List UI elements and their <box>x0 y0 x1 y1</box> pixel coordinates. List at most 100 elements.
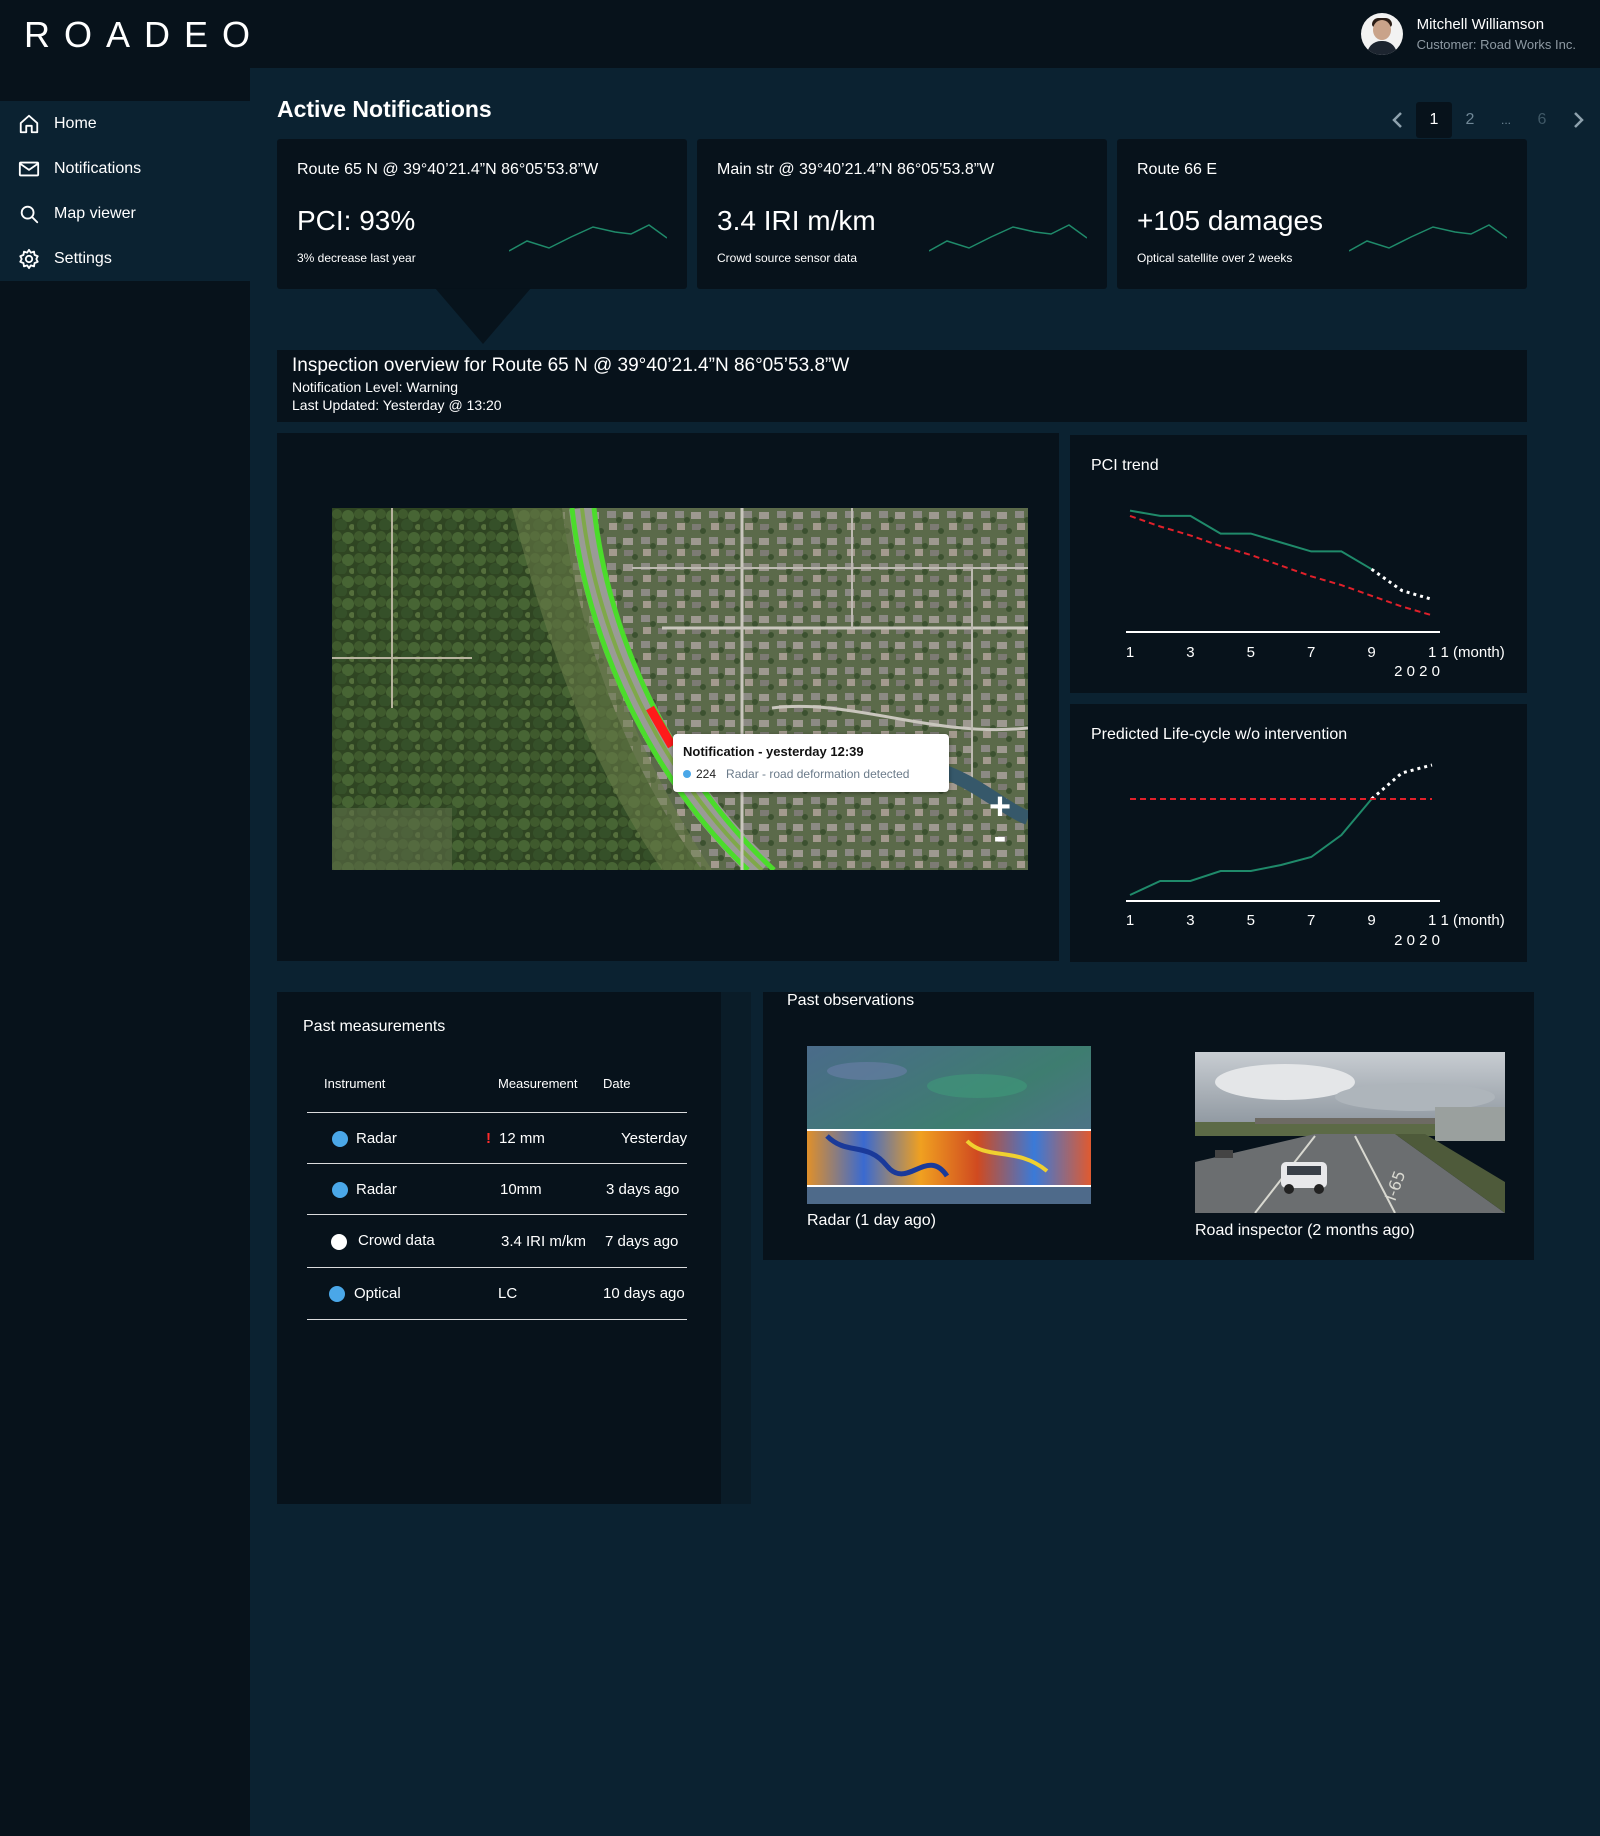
column-header-measurement[interactable]: Measurement <box>498 1076 577 1091</box>
notification-card[interactable]: Route 65 N @ 39°40’21.4”N 86°05’53.8”W P… <box>277 139 687 289</box>
home-icon <box>19 114 39 133</box>
sparkline <box>929 224 1087 252</box>
sidebar-item-label: Map viewer <box>54 204 136 222</box>
instrument-cell: Optical <box>354 1285 401 1302</box>
user-name: Mitchell Williamson <box>1416 16 1545 33</box>
satellite-map[interactable] <box>332 508 1028 870</box>
notification-level: Notification Level: Warning <box>292 379 459 395</box>
mail-icon <box>18 161 40 176</box>
x-tick-label: 3 <box>1186 644 1194 661</box>
map-notification-tooltip[interactable]: Notification - yesterday 12:39 224 Radar… <box>673 734 949 792</box>
forecast-line <box>1370 763 1433 801</box>
measurement-cell: 3.4 IRI m/km <box>501 1233 587 1250</box>
sidebar-item-label: Notifications <box>54 159 142 177</box>
radar-dot-icon <box>683 770 691 778</box>
x-tick-label: 7 <box>1307 912 1315 929</box>
card-subtitle: Crowd source sensor data <box>717 251 858 265</box>
divider <box>307 1267 687 1268</box>
card-value: PCI: 93% <box>297 205 416 236</box>
radar-observation-image[interactable] <box>807 1046 1091 1204</box>
notification-card[interactable]: Route 66 E +105 damages Optical satellit… <box>1117 139 1527 289</box>
active-notifications-title: Active Notifications <box>277 96 492 122</box>
sidebar-item-notifications[interactable]: Notifications <box>0 146 250 191</box>
past-observations-panel: Past observations I-65 Radar (1 day ago)… <box>763 992 1534 1260</box>
date-cell: 3 days ago <box>606 1181 680 1198</box>
column-header-instrument[interactable]: Instrument <box>324 1076 385 1091</box>
next-page-button[interactable] <box>1560 102 1596 138</box>
search-icon <box>20 205 39 223</box>
image-caption: Road inspector (2 months ago) <box>1195 1222 1415 1239</box>
panel-title: Past measurements <box>303 1018 446 1035</box>
x-axis-year-label: 2 0 2 0 <box>1394 932 1440 949</box>
page-2-button[interactable]: 2 <box>1452 102 1488 138</box>
divider <box>307 1163 687 1164</box>
notification-card[interactable]: Main str @ 39°40’21.4”N 86°05’53.8”W 3.4… <box>697 139 1107 289</box>
forecast-line <box>1370 567 1433 601</box>
chevron-right-icon <box>1574 112 1584 128</box>
page-ellipsis: ... <box>1500 113 1511 127</box>
past-measurements-panel: Past measurements Instrument Measurement… <box>277 992 751 1504</box>
x-tick-label: 5 <box>1247 912 1255 929</box>
inspection-overview-header: Inspection overview for Route 65 N @ 39°… <box>277 350 1527 422</box>
image-caption: Radar (1 day ago) <box>807 1212 936 1229</box>
instrument-dot-icon <box>332 1131 348 1147</box>
tooltip-title: Notification - yesterday 12:39 <box>683 744 864 759</box>
zoom-out-button[interactable]: - <box>982 818 1018 856</box>
threshold-line <box>1129 514 1433 617</box>
instrument-cell: Radar <box>356 1130 397 1147</box>
chart-title: PCI trend <box>1091 457 1159 474</box>
panel-title: Past observations <box>787 992 915 1009</box>
sidebar-item-home[interactable]: Home <box>0 101 250 146</box>
card-subtitle: Optical satellite over 2 weeks <box>1137 251 1293 265</box>
measurement-cell: 12 mm <box>499 1130 545 1147</box>
sidebar-item-settings[interactable]: Settings <box>0 236 250 281</box>
divider <box>307 1112 687 1113</box>
series-line <box>1129 798 1373 896</box>
x-tick-label: 1 1 (month) <box>1428 644 1505 661</box>
page-6-button[interactable]: 6 <box>1524 102 1560 138</box>
sidebar-nav: Home Notifications Map viewer Settings <box>0 101 250 281</box>
lifecycle-chart: 1 3 5 7 9 1 1 (month) 2 0 2 0 Predicted Life-c… <box>1070 704 1527 962</box>
sparkline <box>509 224 667 252</box>
user-profile[interactable]: Mitchell Williamson Customer: Road Works… <box>1360 13 1576 55</box>
prev-page-button[interactable] <box>1380 102 1416 138</box>
gear-icon <box>19 248 39 269</box>
warning-icon: ! <box>486 1130 491 1147</box>
pagination: 1 2 ... 6 <box>1380 102 1596 138</box>
avatar[interactable] <box>1360 13 1403 55</box>
chart-title: Predicted Life-cycle w/o intervention <box>1091 726 1348 743</box>
app-logo[interactable]: ROADEO <box>24 14 264 56</box>
date-cell: 7 days ago <box>605 1233 679 1250</box>
card-value: 3.4 IRI m/km <box>717 205 876 236</box>
x-tick-label: 9 <box>1367 644 1375 661</box>
chevron-left-icon <box>1392 112 1402 128</box>
x-tick-label: 9 <box>1367 912 1375 929</box>
sidebar-item-map-viewer[interactable]: Map viewer <box>0 191 250 236</box>
divider <box>307 1214 687 1215</box>
measurement-cell: 10mm <box>500 1181 542 1198</box>
user-customer: Customer: Road Works Inc. <box>1416 37 1576 52</box>
date-cell: 10 days ago <box>603 1285 685 1302</box>
instrument-cell: Crowd data <box>358 1232 435 1249</box>
sidebar-item-label: Home <box>54 114 97 132</box>
instrument-dot-icon <box>329 1286 345 1302</box>
measurement-cell: LC <box>498 1285 518 1302</box>
card-title: Main str @ 39°40’21.4”N 86°05’53.8”W <box>717 161 995 178</box>
map-panel <box>277 433 1059 961</box>
card-subtitle: 3% decrease last year <box>297 251 416 265</box>
x-tick-label: 7 <box>1307 644 1315 661</box>
pci-trend-chart: 1 3 5 7 9 1 1 (month) 2 0 2 0 PCI trend <box>1070 435 1527 693</box>
overview-title: Inspection overview for Route 65 N @ 39°… <box>292 355 850 376</box>
sparkline <box>1349 224 1507 252</box>
road-inspector-photo[interactable]: I-65 <box>1195 1052 1505 1213</box>
instrument-cell: Radar <box>356 1181 397 1198</box>
scrollbar[interactable] <box>721 992 751 1504</box>
x-tick-label: 1 1 (month) <box>1428 912 1505 929</box>
sidebar: Home Notifications Map viewer Settings <box>0 68 250 1836</box>
card-title: Route 66 E <box>1137 161 1218 178</box>
x-axis-year-label: 2 0 2 0 <box>1394 663 1440 680</box>
divider <box>307 1319 687 1320</box>
column-header-date[interactable]: Date <box>603 1076 630 1091</box>
page-1-button[interactable]: 1 <box>1416 102 1452 138</box>
series-line <box>1129 509 1373 571</box>
